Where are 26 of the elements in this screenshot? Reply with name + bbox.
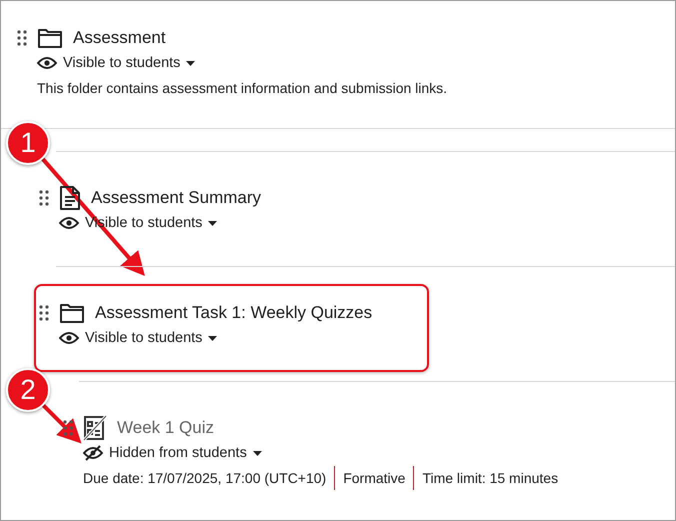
caret-icon	[186, 60, 196, 66]
item-detail: Due date: 17/07/2025, 17:00 (UTC+10)	[83, 469, 326, 488]
item-description: This folder contains assessment information and submission links.	[37, 79, 448, 98]
caret-icon	[252, 450, 262, 456]
folder-icon	[59, 302, 85, 324]
visibility-dropdown[interactable]: Hidden from students	[109, 445, 262, 461]
step-number-badge: 1	[6, 121, 50, 165]
document-icon	[59, 185, 81, 211]
item-title[interactable]: Assessment Task 1: Weekly Quizzes	[95, 303, 372, 323]
drag-handle-icon[interactable]	[39, 190, 49, 206]
caret-icon	[208, 220, 218, 226]
arrow	[40, 402, 82, 444]
folder-icon	[37, 27, 63, 49]
drag-handle-icon[interactable]	[63, 420, 73, 436]
visibility-dropdown[interactable]: Visible to students	[85, 330, 218, 346]
visibility-dropdown[interactable]: Visible to students	[63, 55, 196, 71]
item-detail: Time limit: 15 minutes	[413, 466, 558, 490]
item-title[interactable]: Assessment	[73, 28, 166, 48]
step-number-badge: 2	[6, 368, 50, 412]
caret-icon	[208, 336, 218, 340]
quiz-icon	[83, 415, 107, 441]
item-title[interactable]: Week 1 Quiz	[117, 418, 214, 438]
drag-handle-icon[interactable]	[39, 305, 49, 321]
item-detail: Formative	[334, 466, 406, 490]
item-title[interactable]: Assessment Summary	[91, 188, 262, 208]
drag-handle-icon[interactable]	[17, 30, 27, 46]
